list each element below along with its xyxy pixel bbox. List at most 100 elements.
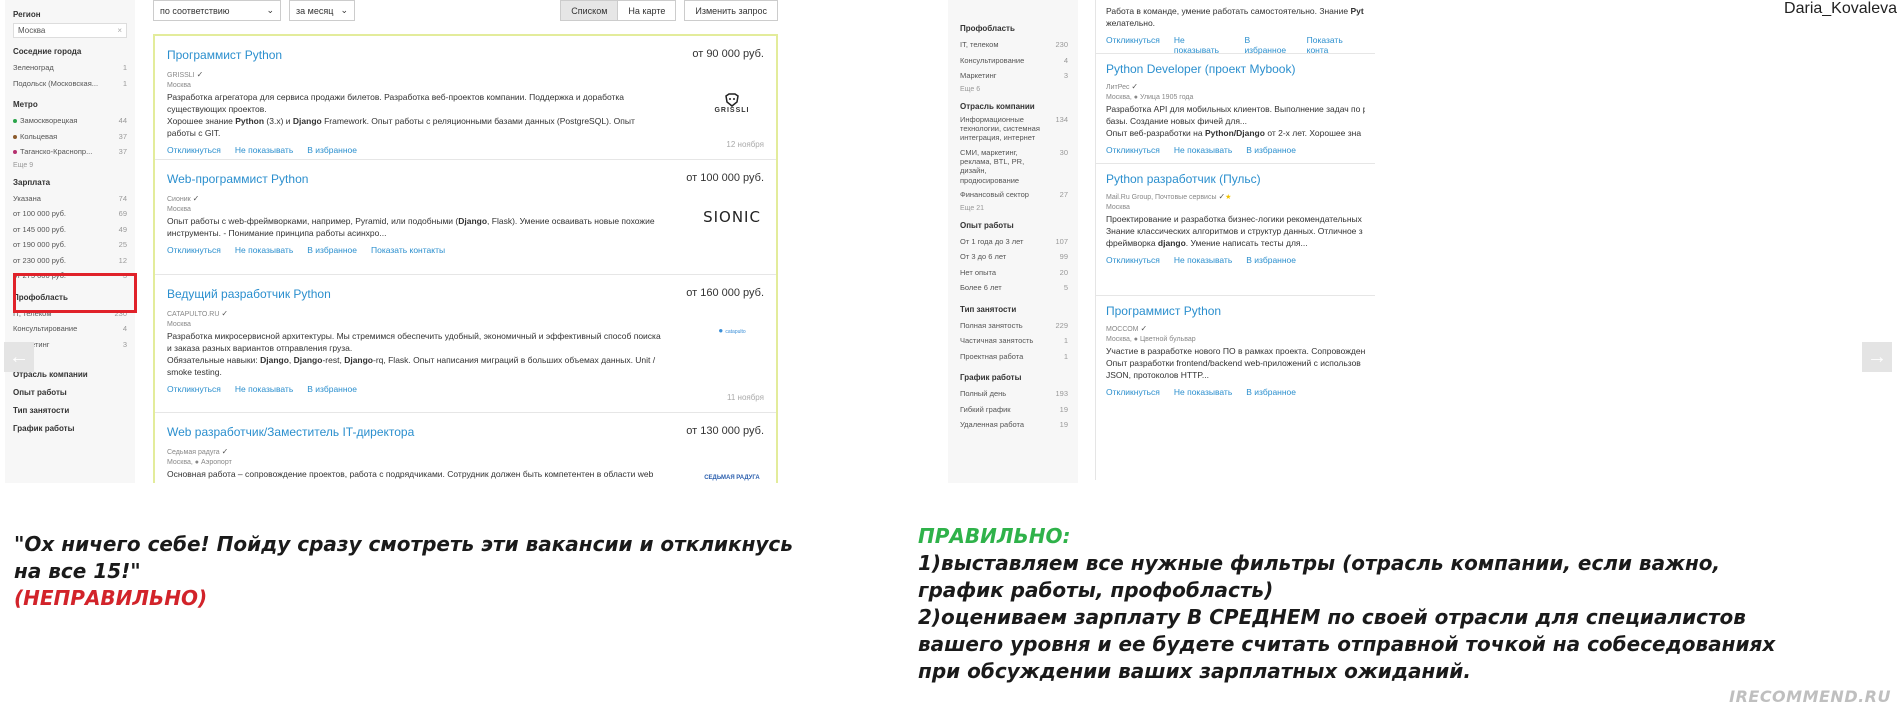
filter-title-region: Регион	[13, 10, 41, 19]
filter-item[interactable]: IT, телеком 230	[960, 37, 1068, 53]
vacancy-salary: от 90 000 руб.	[692, 48, 764, 60]
filter-item[interactable]: Финансовый сектор 27	[960, 190, 1068, 199]
show-contacts-link[interactable]: Показать контакты	[371, 245, 445, 255]
show-contacts-link[interactable]: Показать конта	[1307, 35, 1365, 55]
clear-icon[interactable]: ×	[117, 26, 122, 35]
filter-item[interactable]: Кольцевая 37	[13, 129, 127, 145]
hide-link[interactable]: Не показывать	[235, 384, 293, 394]
hide-link[interactable]: Не показывать	[1174, 387, 1232, 397]
favorite-link[interactable]: В избранное	[307, 145, 357, 155]
filter-item-count: 193	[1055, 389, 1068, 399]
filter-item[interactable]: Консультирование 4	[960, 53, 1068, 69]
filter-item[interactable]: Проектная работа 1	[960, 349, 1068, 365]
vacancy-title-link[interactable]: Программист Python	[1106, 304, 1365, 318]
favorite-link[interactable]: В избранное	[1246, 255, 1296, 265]
filter-item[interactable]: Нет опыта 20	[960, 265, 1068, 281]
filter-item[interactable]: Удаленная работа 19	[960, 417, 1068, 433]
filter-item[interactable]: От 3 до 6 лет 99	[960, 249, 1068, 265]
show-more-link[interactable]: Еще 9	[13, 162, 127, 169]
vacancy-company[interactable]: CATAPULTO.RU	[167, 311, 219, 318]
filter-item-label: IT, телеком	[960, 40, 999, 50]
show-more-link[interactable]: Еще 21	[960, 205, 1068, 212]
filter-item[interactable]: Гибкий график 19	[960, 402, 1068, 418]
show-more-link[interactable]: Еще 6	[960, 86, 1068, 93]
favorite-link[interactable]: В избранное	[1246, 145, 1296, 155]
vacancy-company[interactable]: ЛитРес	[1106, 84, 1129, 91]
favorite-link[interactable]: В избранное	[1244, 35, 1292, 55]
filter-title-experience[interactable]: Опыт работы	[13, 388, 127, 397]
respond-link[interactable]: Откликнуться	[167, 384, 221, 394]
filter-item[interactable]: Частичная занятость 1	[960, 333, 1068, 349]
filter-item[interactable]: от 100 000 руб. 69	[13, 206, 127, 222]
author-name[interactable]: Daria_Kovaleva	[1784, 0, 1897, 18]
filter-item[interactable]: от 190 000 руб. 25	[13, 237, 127, 253]
period-select[interactable]: за месяц ⌄	[289, 0, 355, 21]
filter-item[interactable]: Более 6 лет 5	[960, 280, 1068, 296]
region-value: Москва	[18, 26, 46, 35]
change-query-button[interactable]: Изменить запрос	[684, 0, 778, 21]
filter-item[interactable]: Замоскворецкая 44	[13, 113, 127, 129]
prev-arrow-icon[interactable]: ←	[4, 342, 34, 372]
filter-item[interactable]: от 230 000 руб. 12	[13, 253, 127, 269]
vacancy-company[interactable]: GRISSLI	[167, 72, 195, 79]
vacancy-company-row: CATAPULTO.RU ✓	[167, 309, 764, 318]
vacancy-title-link[interactable]: Python разработчик (Пульс)	[1106, 172, 1365, 186]
filter-item[interactable]: Консультирование 4	[13, 321, 127, 337]
filter-item[interactable]: Маркетинг 3	[960, 68, 1068, 84]
view-map-button[interactable]: На карте	[618, 0, 677, 21]
filter-item-count: 99	[1059, 252, 1068, 262]
filter-item-count: 1	[1063, 351, 1068, 361]
vacancy-company[interactable]: Сионик	[167, 196, 191, 203]
filter-title-schedule[interactable]: График работы	[13, 424, 127, 433]
filter-item[interactable]: Полный день 193	[960, 386, 1068, 402]
vacancy-city: Москва, ● Улица 1905 года	[1106, 94, 1194, 101]
respond-link[interactable]: Откликнуться	[167, 245, 221, 255]
vacancy-company[interactable]: Mail.Ru Group, Почтовые сервисы	[1106, 194, 1217, 201]
hide-link[interactable]: Не показывать	[235, 245, 293, 255]
metro-line-icon	[13, 119, 17, 124]
filter-item-count: 49	[118, 224, 127, 234]
vacancy-company[interactable]: Седьмая радуга	[167, 449, 220, 456]
respond-link[interactable]: Откликнуться	[1106, 35, 1160, 55]
vacancy-company-row: Mail.Ru Group, Почтовые сервисы ✓★	[1106, 192, 1365, 201]
vacancy-title-link[interactable]: Python Developer (проект Mybook)	[1106, 62, 1365, 76]
vacancy-title-link[interactable]: Программист Python	[167, 48, 764, 62]
hide-link[interactable]: Не показывать	[1174, 145, 1232, 155]
respond-link[interactable]: Откликнуться	[1106, 255, 1160, 265]
filter-item-count: 12	[118, 255, 127, 265]
hide-link[interactable]: Не показывать	[1174, 255, 1232, 265]
vacancy-company[interactable]: МОССОМ	[1106, 326, 1139, 333]
favorite-link[interactable]: В избранное	[307, 245, 357, 255]
company-logo-text: GRISSLI	[714, 106, 750, 114]
filter-item[interactable]: Подольск (Московская... 1	[13, 76, 127, 92]
respond-link[interactable]: Откликнуться	[1106, 387, 1160, 397]
respond-link[interactable]: Откликнуться	[167, 145, 221, 155]
vacancy-title-link[interactable]: Web разработчик/Заместитель IT-директора	[167, 425, 764, 439]
filter-item[interactable]: Информационные технологии, системная инт…	[960, 115, 1068, 143]
filter-item[interactable]: от 145 000 руб. 49	[13, 222, 127, 238]
logo-dot-icon: ● catapulto	[718, 325, 746, 335]
vacancy-company-row: GRISSLI ✓	[167, 70, 764, 79]
hide-link[interactable]: Не показывать	[235, 145, 293, 155]
filter-item[interactable]: Полная занятость 229	[960, 318, 1068, 334]
filters-sidebar: Профобласть IT, телеком 230 Консультирова…	[948, 0, 1078, 483]
filter-item[interactable]: От 1 года до 3 лет 107	[960, 234, 1068, 250]
region-field[interactable]: Москва ×	[13, 23, 127, 38]
vacancy-city: Москва, ● Цветной бульвар	[1106, 336, 1196, 343]
vacancy-title-link[interactable]: Ведущий разработчик Python	[167, 287, 764, 301]
filter-item[interactable]: Таганско-Краснопр... 37	[13, 144, 127, 160]
favorite-link[interactable]: В избранное	[307, 384, 357, 394]
view-list-button[interactable]: Списком	[560, 0, 619, 21]
next-arrow-icon[interactable]: →	[1862, 342, 1892, 372]
filter-title-employment[interactable]: Тип занятости	[13, 406, 127, 415]
filter-item[interactable]: Указана 74	[13, 191, 127, 207]
respond-link[interactable]: Откликнуться	[1106, 145, 1160, 155]
vacancy-title-link[interactable]: Web-программист Python	[167, 172, 764, 186]
hide-link[interactable]: Не показывать	[1174, 35, 1231, 55]
filter-item-label: От 3 до 6 лет	[960, 252, 1007, 262]
filter-item[interactable]: СМИ, маркетинг, реклама, BTL, PR, дизайн…	[960, 148, 1068, 186]
sort-select[interactable]: по соответствию ⌄	[153, 0, 281, 21]
caption-correct-label: ПРАВИЛЬНО:	[918, 524, 1071, 548]
filter-item[interactable]: Зеленоград 1	[13, 60, 127, 76]
favorite-link[interactable]: В избранное	[1246, 387, 1296, 397]
